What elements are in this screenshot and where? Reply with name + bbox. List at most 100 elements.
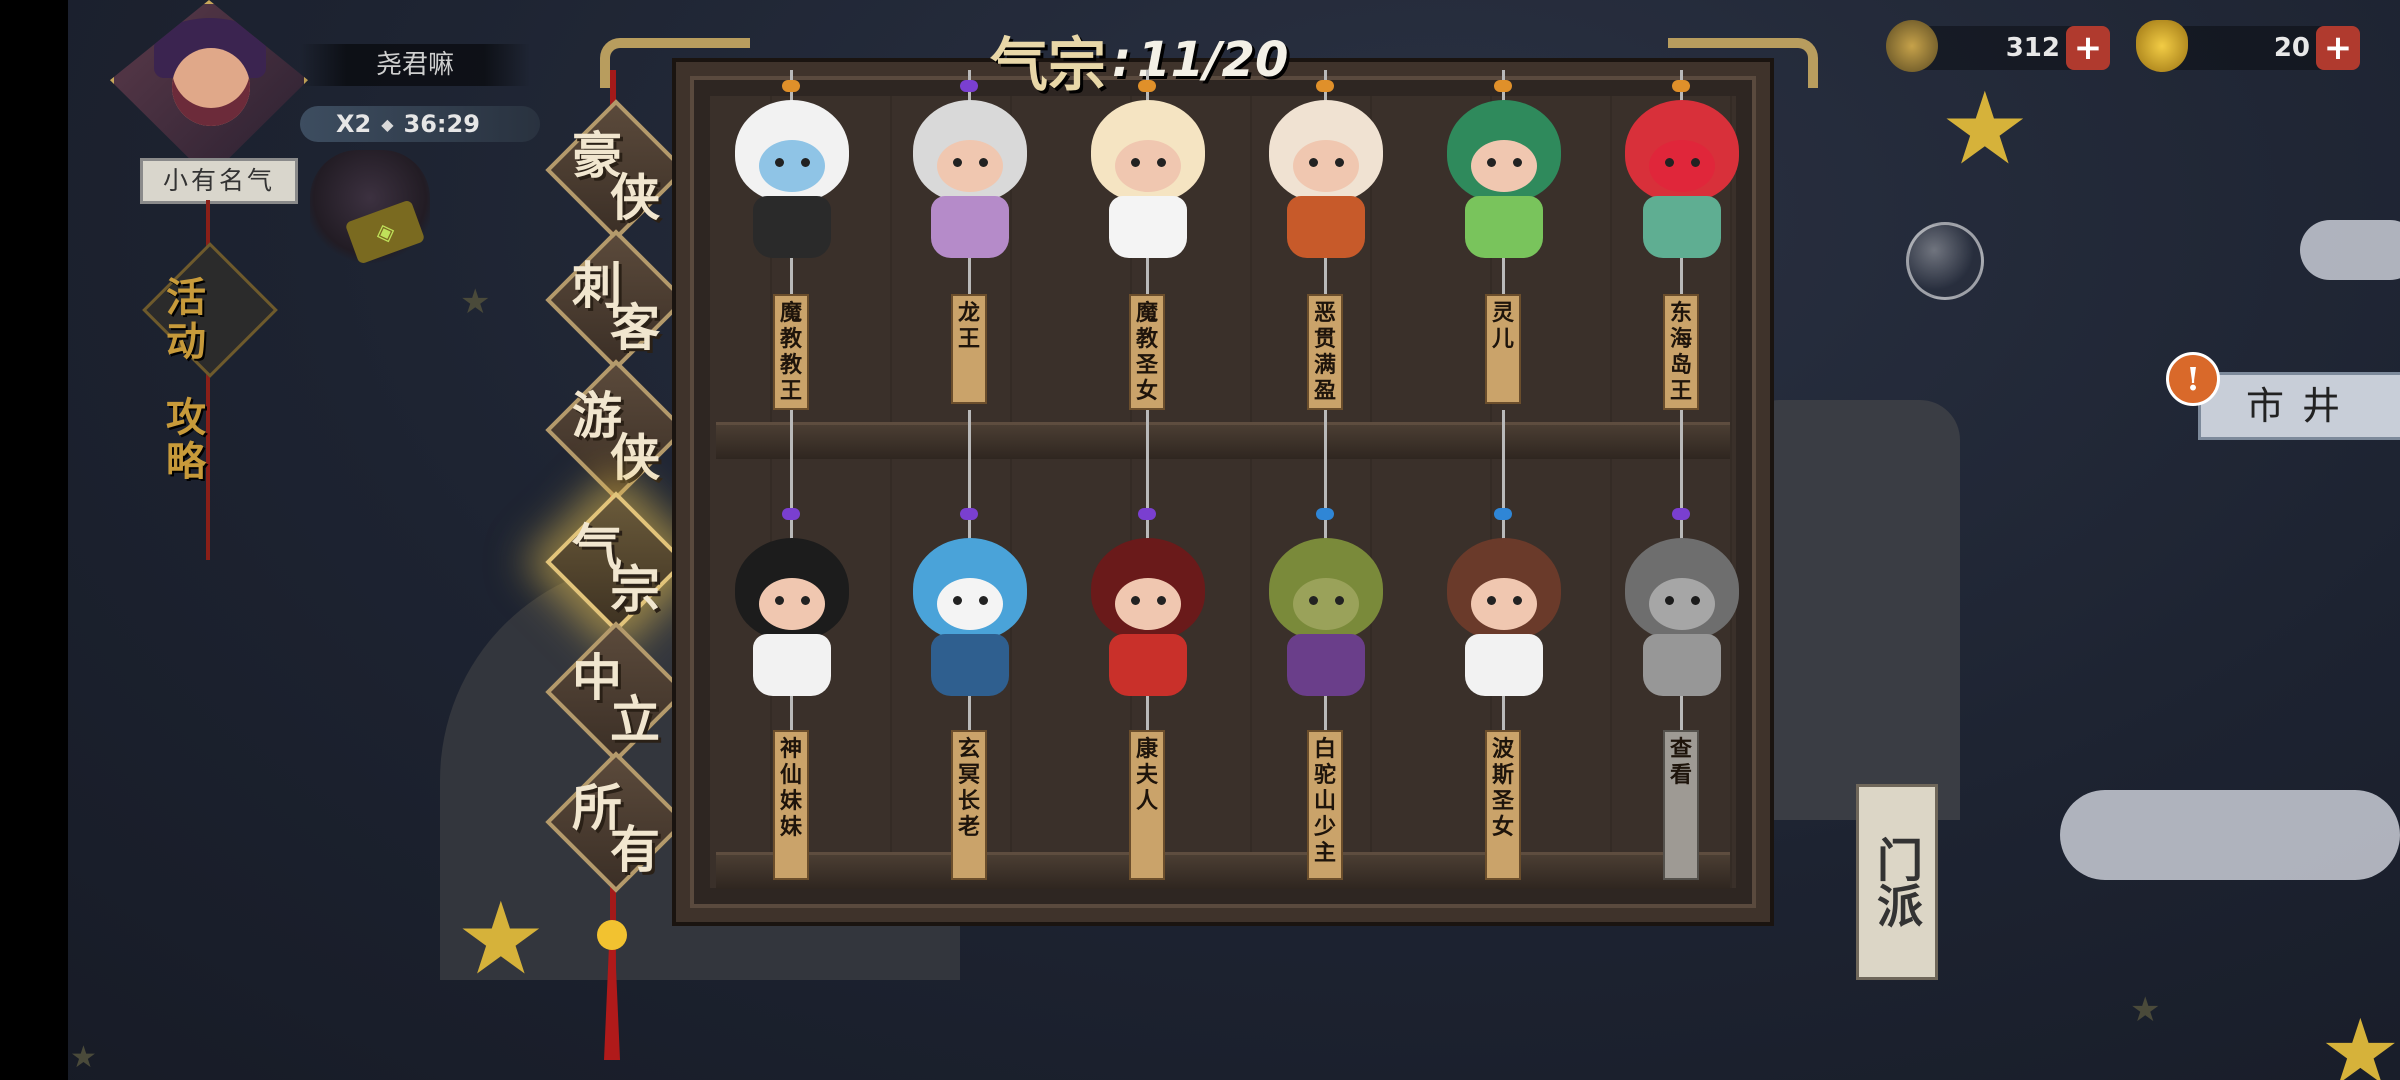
doll-eye [1309, 158, 1318, 167]
doll-face [1115, 578, 1181, 630]
character-doll [1073, 100, 1223, 260]
background-tower [1740, 400, 1960, 820]
star-icon: ★ [2320, 1000, 2400, 1080]
character-charm[interactable]: 玄 冥 长 老 [890, 410, 1050, 890]
character-charm[interactable]: 恶 贯 满 盈 [1246, 70, 1406, 420]
doll-face [937, 140, 1003, 192]
charm-name-tag: 玄 冥 长 老 [951, 730, 987, 880]
character-name: 魔 教 教 王 [779, 300, 802, 404]
alert-icon: ! [2166, 352, 2220, 406]
gold-currency: 20 + [2136, 20, 2360, 72]
charm-bead [960, 80, 978, 92]
doll-face [1115, 140, 1181, 192]
doll-body [1465, 634, 1543, 696]
category-tab-4[interactable]: 中立 [545, 621, 687, 763]
doll-face [759, 578, 825, 630]
character-charm[interactable]: 波 斯 圣 女 [1424, 410, 1584, 890]
tab-label: 豪侠 [572, 126, 660, 227]
charm-name-tag: 康 夫 人 [1129, 730, 1165, 880]
category-tab-5[interactable]: 所有 [545, 751, 687, 893]
charm-bead [782, 508, 800, 520]
tab-label: 中立 [572, 648, 660, 749]
character-doll [717, 100, 867, 260]
character-charm[interactable]: 神 仙 妹 妹 [712, 410, 872, 890]
character-doll [1073, 538, 1223, 698]
energy-bar: X2 ◆ 36:29 [300, 106, 540, 142]
doll-eye [1513, 158, 1522, 167]
gold-value: 20 [2273, 33, 2310, 63]
add-leaf-button[interactable]: + [2066, 26, 2110, 70]
character-doll [895, 538, 1045, 698]
doll-eye [1157, 158, 1166, 167]
doll-body [1287, 196, 1365, 258]
character-doll [717, 538, 867, 698]
player-avatar[interactable] [110, 0, 308, 178]
category-tab-0[interactable]: 豪侠 [545, 99, 687, 241]
doll-eye [1691, 158, 1700, 167]
sect-button[interactable]: 门派 [1856, 784, 1938, 980]
character-doll [1607, 100, 1757, 260]
doll-eye [801, 596, 810, 605]
charm-name-tag: 龙 王 [951, 294, 987, 404]
guide-button[interactable]: 攻 略 [166, 396, 206, 484]
character-charm[interactable]: 灵 儿 [1424, 70, 1584, 420]
tab-label: 气宗 [572, 518, 660, 619]
character-charm[interactable]: 白 驼 山 少 主 [1246, 410, 1406, 890]
background-cloud [2060, 790, 2400, 880]
diamond-icon: ◆ [381, 114, 394, 134]
doll-face [1471, 140, 1537, 192]
star-icon: ★ [70, 1040, 97, 1075]
charm-bead [1138, 508, 1156, 520]
game-scene: ★ ★ ★ ★ ★ ★ 尧君嘛 X2 ◆ 36:29 小有名气 ◈ 活 动 攻 … [0, 0, 2400, 1080]
star-icon: ★ [456, 880, 546, 997]
star-icon: ★ [2130, 990, 2161, 1030]
charm-bead [1138, 80, 1156, 92]
add-gold-button[interactable]: + [2316, 26, 2360, 70]
character-name: 康 夫 人 [1135, 736, 1158, 814]
doll-eye [1131, 158, 1140, 167]
category-tab-1[interactable]: 刺客 [545, 229, 687, 371]
rope-bead [597, 920, 627, 950]
charm-name-tag: 魔 教 教 王 [773, 294, 809, 410]
character-charm[interactable]: 东 海 岛 王 [1602, 70, 1762, 420]
charm-name-tag: 魔 教 圣 女 [1129, 294, 1165, 410]
charm-bead [960, 508, 978, 520]
doll-eye [1513, 596, 1522, 605]
character-charm[interactable]: 龙 王 [890, 70, 1050, 420]
doll-eye [1665, 596, 1674, 605]
character-doll [1251, 538, 1401, 698]
charm-name-tag: 白 驼 山 少 主 [1307, 730, 1343, 880]
doll-body [1643, 196, 1721, 258]
category-tab-3[interactable]: 气宗 [545, 491, 687, 633]
doll-eye [953, 596, 962, 605]
character-name: 神 仙 妹 妹 [779, 736, 802, 840]
character-charm[interactable]: 康 夫 人 [1068, 410, 1228, 890]
doll-face [937, 578, 1003, 630]
doll-face [1649, 140, 1715, 192]
multiplier-text: X2 [336, 110, 372, 138]
character-name: 玄 冥 长 老 [957, 736, 980, 840]
locked-charm[interactable]: 查 看 [1602, 410, 1762, 890]
tab-label: 游侠 [572, 386, 660, 487]
market-button[interactable]: 市井 [2198, 372, 2400, 440]
fame-title: 小有名气 [140, 158, 298, 204]
leaf-currency: 312 + [1886, 20, 2110, 72]
doll-eye [775, 158, 784, 167]
charm-bead [1672, 80, 1690, 92]
character-charm[interactable]: 魔 教 教 王 [712, 70, 872, 420]
character-name: 东 海 岛 王 [1669, 300, 1692, 404]
character-name: 波 斯 圣 女 [1491, 736, 1514, 840]
category-tab-2[interactable]: 游侠 [545, 359, 687, 501]
character-charm[interactable]: 魔 教 圣 女 [1068, 70, 1228, 420]
bubble-icon[interactable] [1906, 222, 1984, 300]
tab-label: 所有 [572, 778, 660, 879]
doll-eye [1487, 596, 1496, 605]
doll-body [1109, 196, 1187, 258]
doll-eye [775, 596, 784, 605]
charm-bead [1316, 80, 1334, 92]
activity-button[interactable]: 活 动 [166, 276, 206, 364]
character-doll [1429, 100, 1579, 260]
player-name: 尧君嘛 [300, 44, 530, 86]
doll-eye [953, 158, 962, 167]
background-cloud [2300, 220, 2400, 280]
